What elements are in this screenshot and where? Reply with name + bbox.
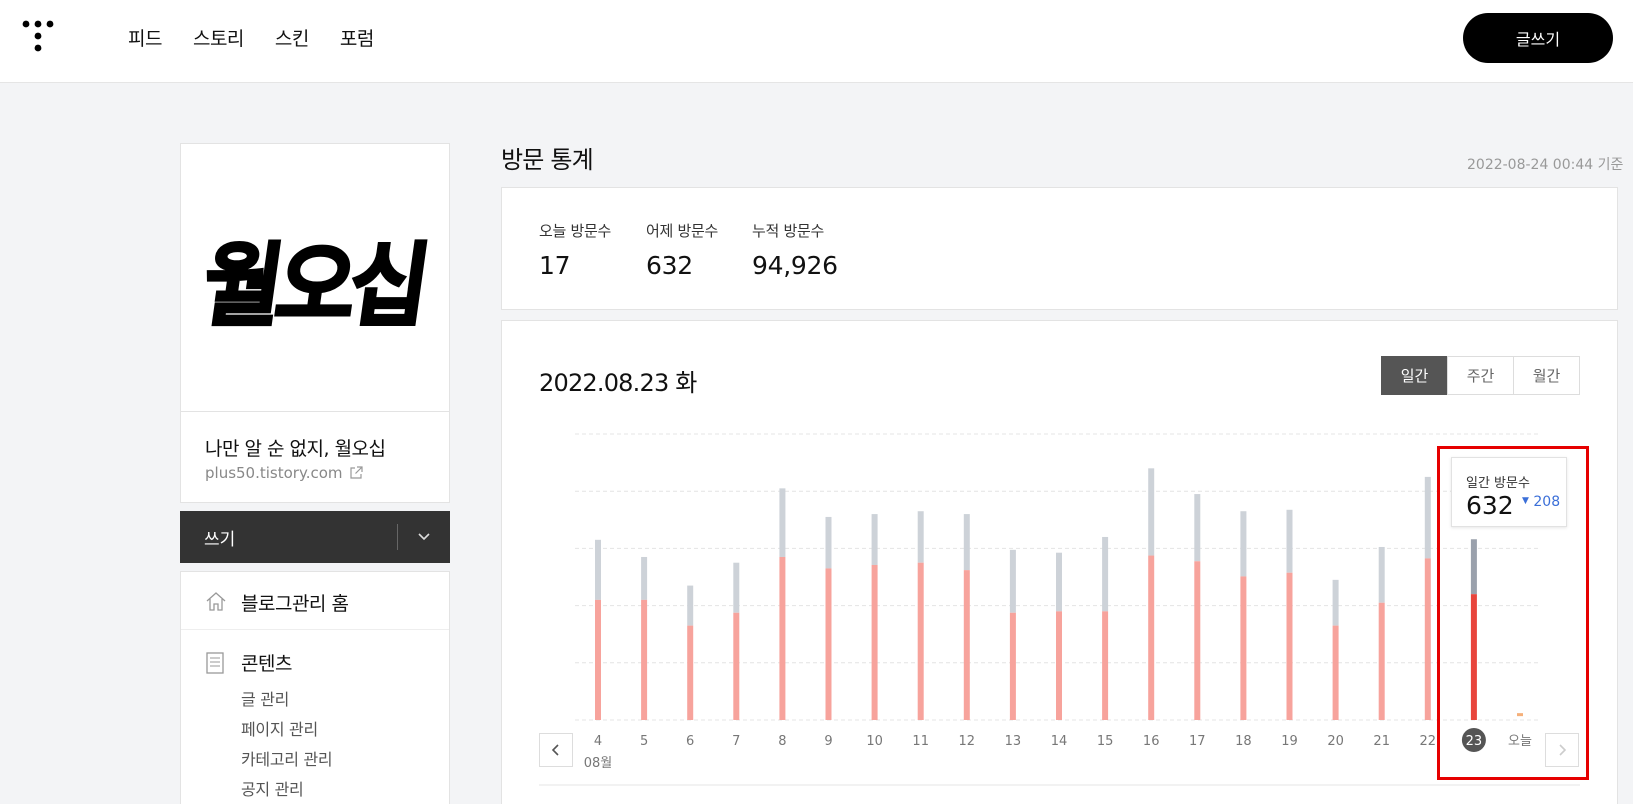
x-tick-label: 19 (1281, 734, 1298, 749)
x-tick-label: 8 (778, 734, 786, 749)
x-tick-label: 17 (1189, 734, 1206, 749)
bar-portion (1194, 561, 1201, 720)
bar-total (779, 488, 786, 557)
bar-portion (733, 612, 740, 720)
bar-portion (779, 556, 786, 720)
bar-total (825, 516, 832, 569)
bar-portion (1056, 611, 1062, 720)
x-tick-label: 15 (1097, 734, 1114, 749)
x-tick-label: 5 (640, 734, 648, 749)
bar-total (871, 514, 878, 565)
x-tick-label: 21 (1373, 734, 1390, 749)
bar-total (1102, 536, 1109, 612)
x-tick-label: 6 (686, 734, 694, 749)
bar-total (1056, 552, 1062, 612)
x-tick-label: 7 (732, 734, 740, 749)
chevron-left-icon (551, 744, 559, 756)
bar-portion (1286, 572, 1293, 720)
bar-total (733, 562, 740, 613)
bar-portion (825, 568, 832, 720)
bar-portion (1148, 555, 1155, 720)
x-tick-label: 4 (594, 734, 602, 749)
x-tick-label: 18 (1235, 734, 1252, 749)
bar-total (1240, 511, 1247, 577)
bar-portion (1332, 625, 1339, 720)
bar-total (1424, 476, 1431, 559)
bar-portion (963, 570, 970, 720)
bar-total (687, 585, 694, 626)
month-label: 08월 (584, 756, 613, 771)
x-tick-label: 9 (824, 734, 832, 749)
x-tick-label: 10 (866, 734, 883, 749)
bar-total (1286, 509, 1293, 573)
x-tick-label: 14 (1051, 734, 1068, 749)
visit-bar-chart: 4 5 6 7 8 9 10 11 12 13 14 15 16 17 18 19 20 21 22 23 오늘08월 (539, 433, 1580, 786)
down-arrow-icon: ▼ (1522, 496, 1529, 506)
x-tick-label: 16 (1143, 734, 1160, 749)
bar-total (1332, 579, 1339, 626)
bar-total (1009, 549, 1016, 613)
x-tick-label: 11 (912, 734, 929, 749)
bar-portion (641, 599, 648, 720)
x-tick-label: 20 (1327, 734, 1344, 749)
bar-portion (917, 562, 924, 720)
bar-total (1378, 546, 1385, 603)
x-tick-label: 22 (1420, 734, 1437, 749)
bar-total (641, 556, 648, 600)
bar-total (963, 514, 970, 571)
bar-portion (687, 625, 694, 720)
bar-portion (1009, 612, 1016, 720)
bar-portion (1378, 602, 1385, 720)
chart-tooltip: 일간 방문수 632 ▼ 208 (1451, 457, 1567, 527)
bar-portion (1240, 576, 1247, 720)
x-tick-label: 13 (1005, 734, 1022, 749)
bar-portion (1424, 558, 1431, 720)
x-tick-label: 12 (959, 734, 976, 749)
bar-portion (595, 599, 601, 720)
chart-prev-button[interactable] (539, 733, 573, 767)
bar-total (595, 539, 601, 600)
bar-total (917, 511, 924, 563)
bar-portion (871, 564, 878, 720)
bar-total (1194, 494, 1201, 562)
bar-portion (1102, 611, 1109, 720)
bar-total (1148, 468, 1155, 556)
diff-indicator: ▼ 208 (1522, 494, 1561, 510)
